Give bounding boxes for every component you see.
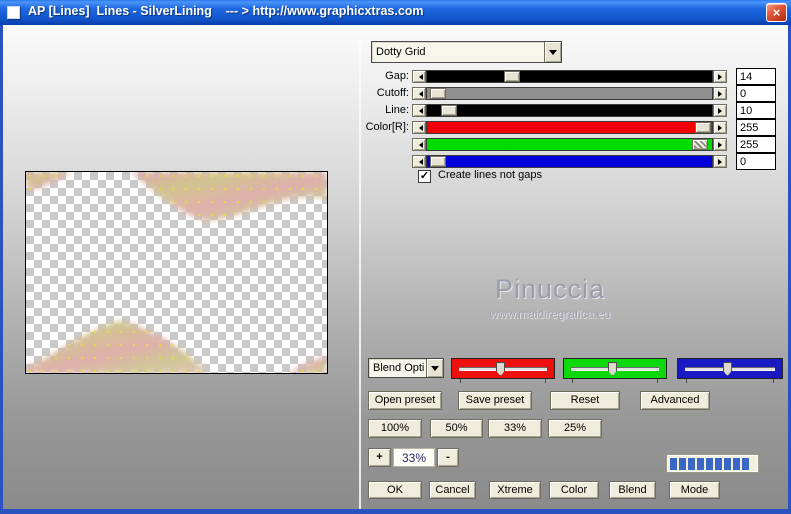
slider-left-arrow[interactable] bbox=[412, 70, 426, 83]
color-blue-slider-thumb[interactable] bbox=[430, 156, 446, 167]
slider-right-arrow[interactable] bbox=[713, 70, 727, 83]
blend-green-channel[interactable] bbox=[563, 358, 667, 379]
blend-button[interactable]: Blend bbox=[609, 481, 656, 499]
preset-select[interactable]: Dotty Grid bbox=[371, 41, 562, 63]
color-blue-slider-track[interactable] bbox=[426, 155, 713, 168]
zoom-100-button[interactable]: 100% bbox=[368, 419, 422, 438]
gap-label: Gap: bbox=[352, 70, 409, 83]
cutoff-value[interactable]: 0 bbox=[736, 85, 776, 102]
app-icon bbox=[7, 6, 20, 19]
mode-button[interactable]: Mode bbox=[669, 481, 720, 499]
progress-segment bbox=[733, 458, 740, 470]
blend-blue-channel[interactable] bbox=[677, 358, 783, 379]
color-red-value[interactable]: 255 bbox=[736, 119, 776, 136]
watermark: Pinuccia www.maidiregrafica.eu bbox=[420, 274, 680, 321]
progress-segment bbox=[688, 458, 695, 470]
color-red-slider[interactable] bbox=[412, 121, 727, 134]
watermark-name: Pinuccia bbox=[420, 274, 680, 305]
color-green-slider-track[interactable] bbox=[426, 138, 713, 151]
open-preset-button[interactable]: Open preset bbox=[368, 391, 442, 410]
color-blue-value[interactable]: 0 bbox=[736, 153, 776, 170]
gap-slider-track[interactable] bbox=[426, 70, 713, 83]
cutoff-slider-track[interactable] bbox=[426, 87, 713, 100]
progress-segment bbox=[679, 458, 686, 470]
create-lines-checkbox-label: Create lines not gaps bbox=[438, 169, 542, 181]
color-green-slider-thumb[interactable] bbox=[692, 139, 708, 150]
line-slider[interactable] bbox=[412, 104, 727, 117]
slider-right-arrow[interactable] bbox=[713, 155, 727, 168]
slider-left-arrow[interactable] bbox=[412, 104, 426, 117]
progress-segment bbox=[670, 458, 677, 470]
color-r-label: Color[R]: bbox=[352, 121, 409, 134]
create-lines-checkbox[interactable] bbox=[418, 170, 431, 183]
plugin-window: AP [Lines] Lines - SilverLining --- > ht… bbox=[0, 0, 791, 514]
blend-options-value: Blend Opti bbox=[369, 362, 426, 374]
gap-slider[interactable] bbox=[412, 70, 727, 83]
blend-green-slider-thumb[interactable] bbox=[608, 362, 617, 376]
zoom-25-button[interactable]: 25% bbox=[548, 419, 602, 438]
cutoff-label: Cutoff: bbox=[352, 87, 409, 100]
blend-blue-slider-thumb[interactable] bbox=[723, 362, 732, 376]
zoom-33-button[interactable]: 33% bbox=[488, 419, 542, 438]
blend-red-channel[interactable] bbox=[451, 358, 555, 379]
save-preset-button[interactable]: Save preset bbox=[458, 391, 532, 410]
chevron-down-icon[interactable] bbox=[544, 42, 561, 62]
gap-slider-thumb[interactable] bbox=[504, 71, 520, 82]
close-button[interactable]: × bbox=[766, 3, 787, 22]
progress-segment bbox=[715, 458, 722, 470]
preset-select-value: Dotty Grid bbox=[372, 46, 544, 58]
slider-right-arrow[interactable] bbox=[713, 87, 727, 100]
slider-left-arrow[interactable] bbox=[412, 87, 426, 100]
progress-bar bbox=[667, 455, 758, 472]
progress-segment bbox=[697, 458, 704, 470]
cutoff-slider-thumb[interactable] bbox=[430, 88, 446, 99]
color-button[interactable]: Color bbox=[549, 481, 599, 499]
preview-image bbox=[26, 172, 327, 373]
blend-red-slider-thumb[interactable] bbox=[496, 362, 505, 376]
line-label: Line: bbox=[352, 104, 409, 117]
progress-segment bbox=[742, 458, 749, 470]
zoom-out-button[interactable]: - bbox=[437, 448, 459, 467]
ok-button[interactable]: OK bbox=[368, 481, 422, 499]
title-bar[interactable]: AP [Lines] Lines - SilverLining --- > ht… bbox=[0, 0, 791, 25]
reset-button[interactable]: Reset bbox=[550, 391, 620, 410]
watermark-url: www.maidiregrafica.eu bbox=[420, 307, 680, 321]
xtreme-button[interactable]: Xtreme bbox=[489, 481, 541, 499]
slider-left-arrow[interactable] bbox=[412, 121, 426, 134]
blend-options-select[interactable]: Blend Opti bbox=[368, 358, 444, 378]
color-blue-slider[interactable] bbox=[412, 155, 727, 168]
color-green-slider[interactable] bbox=[412, 138, 727, 151]
zoom-level-display: 33% bbox=[393, 448, 435, 467]
progress-segment bbox=[706, 458, 713, 470]
line-value[interactable]: 10 bbox=[736, 102, 776, 119]
slider-left-arrow[interactable] bbox=[412, 138, 426, 151]
slider-right-arrow[interactable] bbox=[713, 104, 727, 117]
line-slider-track[interactable] bbox=[426, 104, 713, 117]
color-red-slider-thumb[interactable] bbox=[695, 122, 711, 133]
window-title: AP [Lines] Lines - SilverLining --- > ht… bbox=[28, 4, 424, 18]
line-slider-thumb[interactable] bbox=[441, 105, 457, 116]
cancel-button[interactable]: Cancel bbox=[429, 481, 476, 499]
chevron-down-icon[interactable] bbox=[426, 359, 443, 377]
slider-right-arrow[interactable] bbox=[713, 121, 727, 134]
color-red-slider-track[interactable] bbox=[426, 121, 713, 134]
color-green-value[interactable]: 255 bbox=[736, 136, 776, 153]
cutoff-slider[interactable] bbox=[412, 87, 727, 100]
gap-value[interactable]: 14 bbox=[736, 68, 776, 85]
zoom-in-button[interactable]: + bbox=[368, 448, 391, 467]
preview-canvas[interactable] bbox=[25, 171, 328, 374]
advanced-button[interactable]: Advanced bbox=[640, 391, 710, 410]
slider-left-arrow[interactable] bbox=[412, 155, 426, 168]
progress-segment bbox=[724, 458, 731, 470]
slider-right-arrow[interactable] bbox=[713, 138, 727, 151]
zoom-50-button[interactable]: 50% bbox=[430, 419, 483, 438]
